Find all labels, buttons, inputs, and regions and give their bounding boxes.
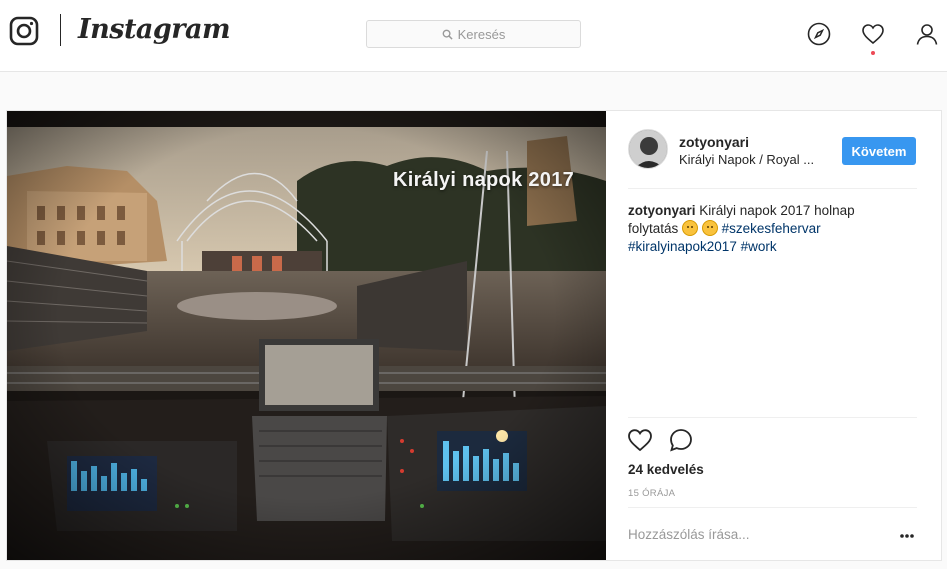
search-placeholder: Keresés <box>457 26 506 42</box>
hashtag-szekesfehervar[interactable]: #szekesfehervar <box>722 221 821 236</box>
hashtag-kiralyinapok2017[interactable]: #kiralyinapok2017 <box>628 239 737 254</box>
post-timestamp[interactable]: 15 ÓRÁJA <box>628 488 675 499</box>
search-input[interactable]: Keresés <box>366 20 581 48</box>
profile-icon[interactable] <box>915 22 939 46</box>
smile-emoji <box>701 220 718 236</box>
actions-divider <box>628 417 917 418</box>
post-sidebar: zotyonyari Királyi Napok / Royal ... Köv… <box>606 111 941 560</box>
top-navigation-bar: Instagram Keresés <box>0 0 947 72</box>
avatar[interactable] <box>628 129 668 169</box>
avatar-image <box>629 130 667 168</box>
logo-divider <box>60 14 61 46</box>
post-caption: zotyonyari Királyi napok 2017 holnap fol… <box>628 202 888 256</box>
comment-bubble-icon[interactable] <box>668 427 694 453</box>
ellipsis-icon[interactable] <box>899 533 915 539</box>
heart-icon[interactable] <box>861 22 885 46</box>
instagram-wordmark[interactable]: Instagram <box>78 14 231 45</box>
post-header: zotyonyari Királyi Napok / Royal ... Köv… <box>628 129 917 189</box>
photo-overlay-text: Királyi napok 2017 <box>393 169 575 191</box>
likes-count[interactable]: 24 kedvelés <box>628 462 704 477</box>
comment-divider <box>628 507 917 508</box>
follow-button[interactable]: Követem <box>842 137 916 165</box>
like-heart-icon[interactable] <box>627 427 653 453</box>
search-icon <box>442 29 453 40</box>
compass-icon[interactable] <box>807 22 831 46</box>
instagram-glyph-icon[interactable] <box>9 16 39 46</box>
post-photo[interactable]: Királyi napok 2017 <box>7 111 606 560</box>
comment-input[interactable]: Hozzászólás írása... <box>628 527 750 542</box>
notification-dot <box>871 51 875 55</box>
post-username[interactable]: zotyonyari <box>679 134 749 150</box>
rolling-eyes-emoji <box>682 220 699 236</box>
post-card: Királyi napok 2017 zotyonyari Királyi Na… <box>6 110 942 561</box>
hashtag-work[interactable]: #work <box>741 239 777 254</box>
post-location[interactable]: Királyi Napok / Royal ... <box>679 152 814 167</box>
caption-username[interactable]: zotyonyari <box>628 203 696 218</box>
